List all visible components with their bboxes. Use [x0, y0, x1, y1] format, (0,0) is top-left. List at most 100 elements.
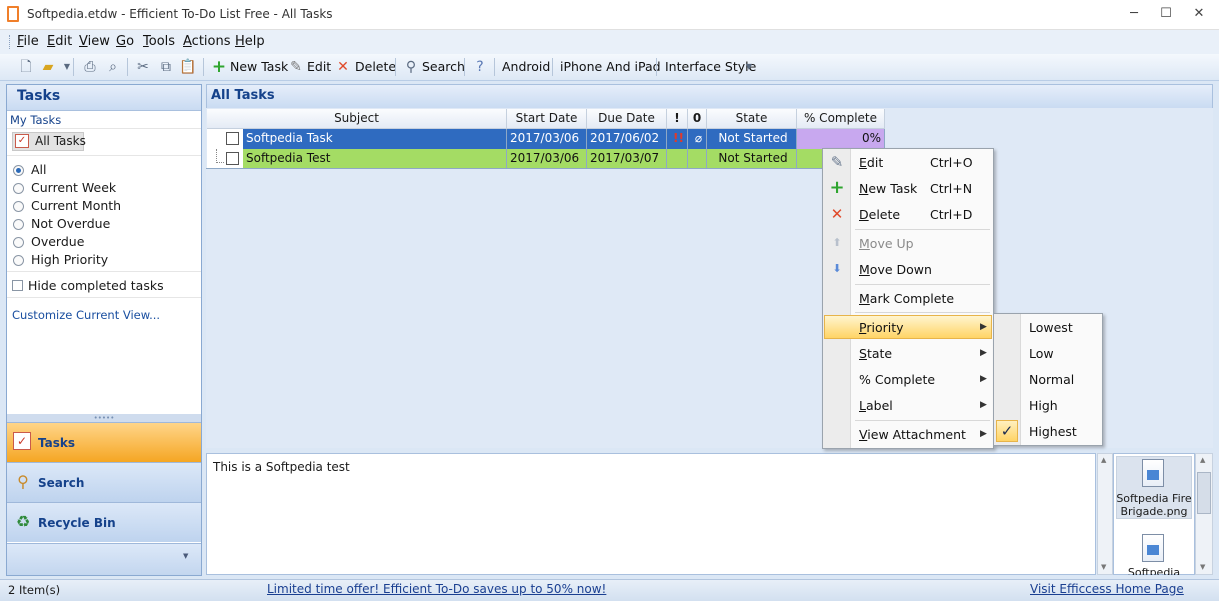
task-state-cell[interactable]: Not Started — [707, 149, 797, 169]
filter-not-overdue-label[interactable]: Not Overdue — [31, 216, 110, 231]
priority-low[interactable]: Low — [1029, 346, 1054, 361]
nav-more-chevron-icon[interactable]: ▼ — [183, 552, 188, 560]
iphone-ipad-button[interactable]: iPhone And iPad — [560, 57, 661, 77]
ctx-percent-complete[interactable]: % Complete — [859, 372, 935, 387]
attachment-cell[interactable] — [688, 149, 707, 169]
ctx-delete[interactable]: Delete — [859, 207, 900, 222]
filter-current-month-radio[interactable] — [13, 201, 24, 212]
priority-cell[interactable] — [667, 149, 688, 169]
attachments-scroll-thumb[interactable] — [1197, 472, 1211, 514]
filter-overdue-radio[interactable] — [13, 237, 24, 248]
ctx-mark-complete[interactable]: Mark Complete — [859, 291, 954, 306]
priority-normal[interactable]: Normal — [1029, 372, 1074, 387]
menu-edit[interactable]: Edit — [47, 34, 72, 49]
hide-completed-checkbox[interactable] — [12, 280, 23, 291]
column-header-start-date[interactable]: Start Date — [507, 109, 587, 129]
column-header-complete[interactable]: % Complete — [797, 109, 885, 129]
cut-icon[interactable]: ✂ — [134, 58, 152, 76]
filter-not-overdue-radio[interactable] — [13, 219, 24, 230]
filter-all-label[interactable]: All — [31, 162, 47, 177]
delete-button[interactable]: Delete — [355, 57, 396, 77]
attachment-name[interactable]: Softpedia — [1116, 566, 1192, 575]
column-header-priority[interactable]: ! — [667, 109, 688, 129]
all-tasks-label[interactable]: All Tasks — [35, 134, 86, 148]
nav-more-button[interactable] — [7, 543, 201, 575]
minimize-button[interactable]: ─ — [1118, 4, 1150, 24]
priority-highest[interactable]: Highest — [1029, 424, 1077, 439]
attachment-name[interactable]: Softpedia Fire Brigade.png — [1116, 492, 1192, 518]
column-header-state[interactable]: State — [707, 109, 797, 129]
edit-icon[interactable]: ✎ — [287, 58, 305, 76]
offer-link[interactable]: Limited time offer! Efficient To-Do save… — [267, 582, 606, 596]
ctx-move-down[interactable]: Move Down — [859, 262, 932, 277]
filter-current-month-label[interactable]: Current Month — [31, 198, 121, 213]
print-preview-icon[interactable]: ⌕ — [104, 58, 122, 76]
task-start-cell[interactable]: 2017/03/06 — [507, 129, 587, 149]
maximize-button[interactable]: ☐ — [1150, 4, 1182, 24]
menu-help[interactable]: Help — [235, 34, 265, 49]
column-header-attachment[interactable]: 0 — [688, 109, 707, 129]
edit-button[interactable]: Edit — [307, 57, 331, 77]
scroll-up-icon[interactable]: ▲ — [1101, 456, 1106, 464]
print-icon[interactable]: ⎙ — [81, 58, 99, 76]
nav-tasks-button[interactable] — [7, 422, 201, 462]
filter-current-week-label[interactable]: Current Week — [31, 180, 116, 195]
nav-tasks-label[interactable]: Tasks — [38, 436, 75, 450]
column-header-subject[interactable]: Subject — [207, 109, 507, 129]
task-subject-cell[interactable]: Softpedia Task — [243, 129, 507, 149]
task-due-cell[interactable]: 2017/03/07 — [587, 149, 667, 169]
menu-view[interactable]: View — [79, 34, 110, 49]
menu-go[interactable]: Go — [116, 34, 134, 49]
task-due-cell[interactable]: 2017/06/02 — [587, 129, 667, 149]
search-button[interactable]: Search — [422, 57, 465, 77]
scroll-down-icon[interactable]: ▼ — [1101, 563, 1106, 571]
new-file-icon[interactable]: 🗋 — [17, 58, 35, 76]
task-start-cell[interactable]: 2017/03/06 — [507, 149, 587, 169]
scroll-up-icon[interactable]: ▲ — [1200, 456, 1205, 464]
attachment-icon[interactable]: ⌀ — [688, 129, 707, 149]
task-state-cell[interactable]: Not Started — [707, 129, 797, 149]
filter-current-week-radio[interactable] — [13, 183, 24, 194]
ctx-label[interactable]: Label — [859, 398, 893, 413]
menu-file[interactable]: File — [17, 34, 39, 49]
paste-icon[interactable]: 📋 — [179, 58, 197, 76]
search-icon[interactable]: ⚲ — [402, 58, 420, 76]
nav-search-label[interactable]: Search — [38, 476, 84, 490]
priority-high[interactable]: High — [1029, 398, 1058, 413]
menu-tools[interactable]: Tools — [143, 34, 175, 49]
column-header-due-date[interactable]: Due Date — [587, 109, 667, 129]
filter-high-priority-radio[interactable] — [13, 255, 24, 266]
task-subject-cell[interactable]: Softpedia Test — [243, 149, 507, 169]
task-complete-cell[interactable]: 0% — [797, 129, 885, 149]
android-button[interactable]: Android — [502, 57, 550, 77]
row-complete-checkbox[interactable] — [226, 132, 239, 145]
home-page-link[interactable]: Visit Efficcess Home Page — [1030, 582, 1184, 596]
row-complete-checkbox[interactable] — [226, 152, 239, 165]
nav-recycle-bin-label[interactable]: Recycle Bin — [38, 516, 116, 530]
ctx-edit[interactable]: Edit — [859, 155, 883, 170]
priority-lowest[interactable]: Lowest — [1029, 320, 1073, 335]
notes-text[interactable]: This is a Softpedia test — [213, 460, 350, 474]
filter-high-priority-label[interactable]: High Priority — [31, 252, 108, 267]
ctx-priority[interactable]: Priority — [859, 320, 904, 335]
close-button[interactable]: ✕ — [1183, 4, 1215, 24]
ctx-view-attachment[interactable]: View Attachment — [859, 427, 966, 442]
ctx-state[interactable]: State — [859, 346, 892, 361]
priority-flag-icon[interactable]: !! — [667, 129, 688, 149]
interface-style-dropdown-icon[interactable]: ▼ — [740, 58, 758, 76]
new-task-icon[interactable]: + — [210, 58, 228, 76]
notes-scrollbar[interactable] — [1097, 453, 1113, 575]
scroll-down-icon[interactable]: ▼ — [1200, 563, 1205, 571]
ctx-new-task[interactable]: New Task — [859, 181, 917, 196]
nav-search-button[interactable] — [7, 462, 201, 502]
customize-view-link[interactable]: Customize Current View... — [12, 308, 160, 322]
hide-completed-label[interactable]: Hide completed tasks — [28, 278, 164, 293]
help-icon[interactable]: ? — [471, 58, 489, 76]
filter-all-radio[interactable] — [13, 165, 24, 176]
new-task-button[interactable]: New Task — [230, 57, 288, 77]
filter-overdue-label[interactable]: Overdue — [31, 234, 84, 249]
copy-icon[interactable]: ⧉ — [157, 58, 175, 76]
menu-actions[interactable]: Actions — [183, 34, 231, 49]
delete-icon[interactable]: ✕ — [334, 58, 352, 76]
nav-splitter[interactable]: ••••• — [7, 414, 201, 422]
